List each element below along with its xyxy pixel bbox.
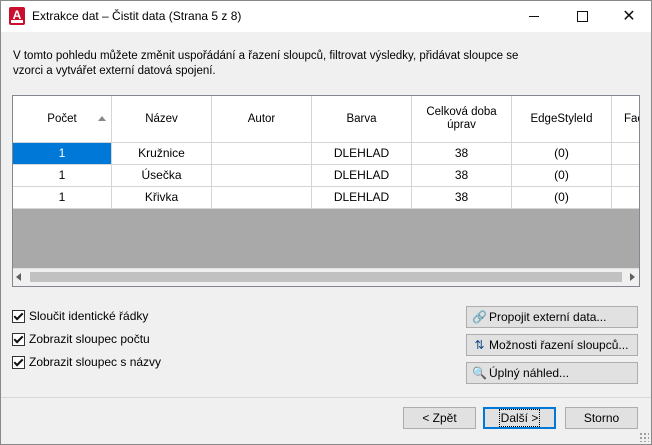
checkbox-checked-icon[interactable] (12, 333, 25, 346)
column-header-celkova-doba-uprav[interactable]: Celková doba úprav (412, 96, 512, 142)
link-icon: 🔗 (472, 310, 487, 324)
table-cell[interactable] (612, 165, 639, 187)
table-cell[interactable]: DLEHLAD (312, 143, 412, 165)
table-cell[interactable]: Křivka (112, 187, 212, 209)
table-cell[interactable]: (0) (512, 143, 612, 165)
table-cell[interactable] (612, 143, 639, 165)
checkbox-label: Sloučit identické řádky (29, 309, 149, 323)
column-header-barva[interactable]: Barva (312, 96, 412, 142)
scrollbar-thumb[interactable] (30, 272, 622, 282)
column-header-pocet[interactable]: Počet (13, 96, 112, 142)
next-button[interactable]: Další > (483, 407, 556, 429)
data-grid[interactable]: Počet Název Autor Barva Celková doba úpr… (12, 95, 640, 287)
table-cell[interactable]: 1 (13, 165, 112, 187)
sort-az-icon: ⇅ (474, 338, 485, 352)
table-cell[interactable] (212, 187, 312, 209)
table-row[interactable]: 1 Křivka DLEHLAD 38 (0) (13, 187, 639, 209)
scroll-left-arrow-icon[interactable] (16, 273, 21, 281)
maximize-button[interactable] (559, 1, 605, 32)
scroll-right-arrow-icon[interactable] (630, 273, 635, 281)
table-cell[interactable]: (0) (512, 165, 612, 187)
table-cell[interactable]: (0) (512, 187, 612, 209)
page-description: V tomto pohledu můžete změnit uspořádání… (13, 50, 519, 77)
resize-grip-icon[interactable] (639, 432, 649, 442)
column-sort-options-button[interactable]: ⇅ Možnosti řazení sloupců... (466, 334, 638, 356)
table-cell[interactable]: 1 (13, 187, 112, 209)
table-cell[interactable] (612, 187, 639, 209)
column-header-nazev[interactable]: Název (112, 96, 212, 142)
checkbox-checked-icon[interactable] (12, 356, 25, 369)
autocad-app-icon: A (9, 7, 25, 25)
full-preview-button[interactable]: 🔍 Úplný náhled... (466, 362, 638, 384)
grid-header: Počet Název Autor Barva Celková doba úpr… (13, 96, 639, 143)
checkbox-label: Zobrazit sloupec s názvy (29, 355, 162, 369)
table-cell[interactable]: 38 (412, 187, 512, 209)
checkbox-checked-icon[interactable] (12, 310, 25, 323)
checkbox-label: Zobrazit sloupec počtu (29, 332, 150, 346)
table-cell[interactable]: Kružnice (112, 143, 212, 165)
cancel-button[interactable]: Storno (565, 407, 638, 429)
window-title: Extrakce dat – Čistit data (Strana 5 z 8… (32, 9, 242, 23)
dialog-window: A Extrakce dat – Čistit data (Strana 5 z… (0, 0, 652, 445)
table-cell[interactable]: DLEHLAD (312, 187, 412, 209)
table-cell[interactable]: 1 (13, 143, 112, 165)
column-header-fac[interactable]: Fac (612, 96, 639, 142)
table-row[interactable]: 1 Úsečka DLEHLAD 38 (0) (13, 165, 639, 187)
link-external-data-button[interactable]: 🔗 Propojit externí data... (466, 306, 638, 328)
table-cell[interactable]: 38 (412, 165, 512, 187)
table-cell[interactable] (212, 143, 312, 165)
table-cell[interactable]: Úsečka (112, 165, 212, 187)
column-header-edgestyleid[interactable]: EdgeStyleId (512, 96, 612, 142)
table-cell[interactable]: DLEHLAD (312, 165, 412, 187)
table-row[interactable]: 1 Kružnice DLEHLAD 38 (0) (13, 143, 639, 165)
sort-ascending-icon (98, 116, 106, 121)
divider (1, 397, 651, 398)
column-header-autor[interactable]: Autor (212, 96, 312, 142)
horizontal-scrollbar[interactable] (13, 268, 639, 286)
table-cell[interactable]: 38 (412, 143, 512, 165)
back-button[interactable]: < Zpět (403, 407, 476, 429)
title-bar[interactable]: A Extrakce dat – Čistit data (Strana 5 z… (1, 1, 651, 32)
table-cell[interactable] (212, 165, 312, 187)
close-button[interactable]: ✕ (606, 1, 652, 32)
minimize-button[interactable] (511, 1, 557, 32)
preview-icon: 🔍 (472, 366, 487, 380)
